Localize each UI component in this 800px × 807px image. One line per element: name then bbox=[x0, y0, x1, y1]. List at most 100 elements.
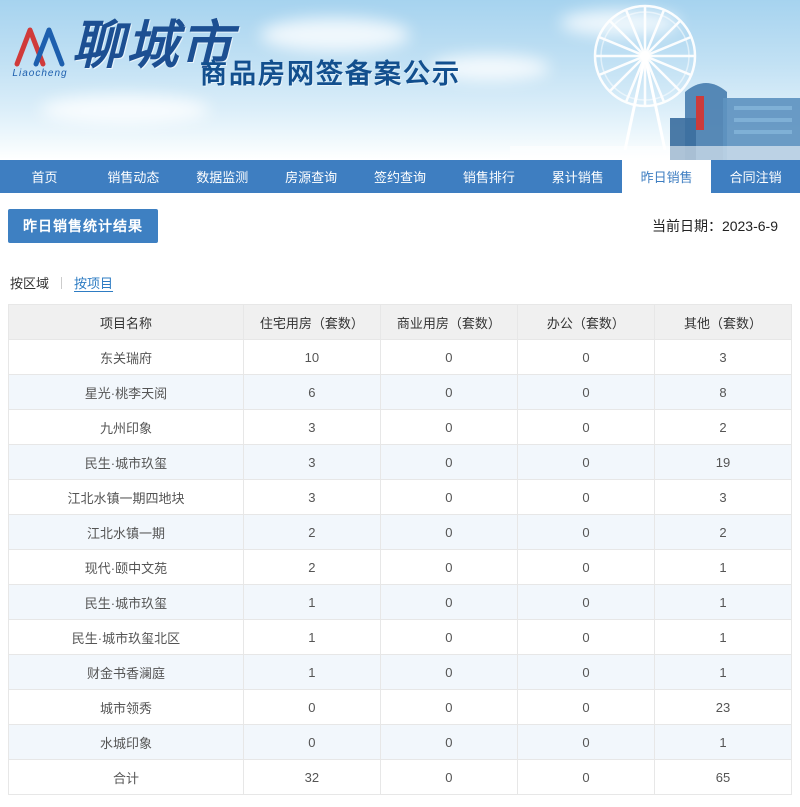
value-cell: 2 bbox=[653, 514, 793, 550]
table-row: 民生·城市玖玺 1 0 0 1 bbox=[8, 584, 793, 620]
column-header: 其他（套数） bbox=[653, 304, 793, 340]
nav-item-sales-ranking[interactable]: 销售排行 bbox=[444, 160, 533, 193]
main-nav: 首页 销售动态 数据监测 房源查询 签约查询 销售排行 累计销售 昨日销售 合同注销 bbox=[0, 160, 800, 193]
current-date: 当前日期：2023-6-9 bbox=[651, 218, 778, 234]
city-logo-icon bbox=[14, 27, 65, 67]
table-header: 项目名称 住宅用房（套数） 商业用房（套数） 办公（套数） 其他（套数） bbox=[8, 304, 793, 340]
table-row: 现代·颐中文苑 2 0 0 1 bbox=[8, 549, 793, 585]
value-cell: 0 bbox=[516, 479, 655, 515]
value-cell: 0 bbox=[379, 374, 518, 410]
value-cell: 0 bbox=[379, 584, 518, 620]
tab-separator bbox=[61, 276, 63, 289]
project-name-cell: 城市领秀 bbox=[8, 689, 244, 725]
value-cell: 2 bbox=[242, 549, 381, 585]
value-cell: 1 bbox=[242, 654, 381, 690]
column-header: 项目名称 bbox=[8, 304, 244, 340]
view-tabs: 按区域 按项目 bbox=[10, 273, 792, 292]
project-name-cell: 水城印象 bbox=[8, 724, 244, 760]
cloud-decoration bbox=[40, 95, 210, 125]
column-header: 办公（套数） bbox=[516, 304, 655, 340]
table-row: 水城印象 0 0 0 1 bbox=[8, 724, 793, 760]
value-cell: 19 bbox=[653, 444, 793, 480]
project-name-cell: 星光·桃李天阅 bbox=[8, 374, 244, 410]
project-name-cell: 江北水镇一期 bbox=[8, 514, 244, 550]
table-row: 民生·城市玖玺北区 1 0 0 1 bbox=[8, 619, 793, 655]
value-cell: 1 bbox=[653, 654, 793, 690]
banner-illustration-ferris-wheel-buildings bbox=[510, 4, 800, 160]
table-row: 民生·城市玖玺 3 0 0 19 bbox=[8, 444, 793, 480]
value-cell: 0 bbox=[379, 444, 518, 480]
value-cell: 1 bbox=[242, 584, 381, 620]
value-cell: 0 bbox=[379, 549, 518, 585]
value-cell: 3 bbox=[242, 444, 381, 480]
value-cell: 1 bbox=[242, 619, 381, 655]
header-row: 项目名称 住宅用房（套数） 商业用房（套数） 办公（套数） 其他（套数） bbox=[8, 304, 793, 340]
title-row: 昨日销售统计结果 当前日期：2023-6-9 bbox=[8, 209, 792, 243]
value-cell: 0 bbox=[379, 339, 518, 375]
project-name-cell: 东关瑞府 bbox=[8, 339, 244, 375]
value-cell: 2 bbox=[653, 409, 793, 445]
value-cell: 0 bbox=[379, 479, 518, 515]
nav-item-contract-cancel[interactable]: 合同注销 bbox=[711, 160, 800, 193]
table-body: 东关瑞府 10 0 0 3 星光·桃李天阅 6 0 0 8 九州印象 3 0 0 2 民生·城市玖玺 3 0 0 19… bbox=[8, 339, 793, 795]
project-name-cell: 民生·城市玖玺 bbox=[8, 584, 244, 620]
project-name-cell: 合计 bbox=[8, 759, 244, 795]
table-row: 城市领秀 0 0 0 23 bbox=[8, 689, 793, 725]
banner: Liaocheng 聊城市 商品房网签备案公示 bbox=[0, 0, 800, 160]
value-cell: 1 bbox=[653, 619, 793, 655]
value-cell: 0 bbox=[379, 409, 518, 445]
value-cell: 0 bbox=[516, 654, 655, 690]
value-cell: 0 bbox=[379, 759, 518, 795]
nav-item-home[interactable]: 首页 bbox=[0, 160, 89, 193]
sales-statistics-table: 项目名称 住宅用房（套数） 商业用房（套数） 办公（套数） 其他（套数） 东关瑞府 10 0… bbox=[8, 304, 793, 795]
value-cell: 0 bbox=[379, 619, 518, 655]
project-name-cell: 九州印象 bbox=[8, 409, 244, 445]
tab-by-region[interactable]: 按区域 bbox=[10, 273, 49, 292]
value-cell: 3 bbox=[653, 479, 793, 515]
nav-item-yesterday-sales[interactable]: 昨日销售 bbox=[622, 160, 712, 193]
table-row: 江北水镇一期四地块 3 0 0 3 bbox=[8, 479, 793, 515]
value-cell: 0 bbox=[242, 724, 381, 760]
value-cell: 32 bbox=[242, 759, 381, 795]
nav-item-total-sales[interactable]: 累计销售 bbox=[533, 160, 622, 193]
value-cell: 0 bbox=[516, 514, 655, 550]
value-cell: 65 bbox=[653, 759, 793, 795]
table-row: 东关瑞府 10 0 0 3 bbox=[8, 339, 793, 375]
value-cell: 0 bbox=[516, 689, 655, 725]
nav-item-listing-query[interactable]: 房源查询 bbox=[267, 160, 356, 193]
table-row: 星光·桃李天阅 6 0 0 8 bbox=[8, 374, 793, 410]
value-cell: 1 bbox=[653, 724, 793, 760]
value-cell: 0 bbox=[516, 759, 655, 795]
value-cell: 3 bbox=[242, 409, 381, 445]
nav-item-contract-query[interactable]: 签约查询 bbox=[356, 160, 445, 193]
column-header: 商业用房（套数） bbox=[379, 304, 518, 340]
value-cell: 0 bbox=[516, 374, 655, 410]
tab-by-project[interactable]: 按项目 bbox=[74, 273, 113, 292]
value-cell: 3 bbox=[653, 339, 793, 375]
column-header: 住宅用房（套数） bbox=[242, 304, 381, 340]
page-title: 昨日销售统计结果 bbox=[8, 209, 158, 243]
value-cell: 8 bbox=[653, 374, 793, 410]
nav-item-data-monitor[interactable]: 数据监测 bbox=[178, 160, 267, 193]
value-cell: 0 bbox=[379, 724, 518, 760]
value-cell: 0 bbox=[516, 584, 655, 620]
table-row: 财金书香澜庭 1 0 0 1 bbox=[8, 654, 793, 690]
project-name-cell: 江北水镇一期四地块 bbox=[8, 479, 244, 515]
value-cell: 0 bbox=[242, 689, 381, 725]
value-cell: 0 bbox=[379, 689, 518, 725]
nav-item-sales-news[interactable]: 销售动态 bbox=[89, 160, 178, 193]
banner-title: 商品房网签备案公示 bbox=[200, 59, 461, 89]
project-name-cell: 民生·城市玖玺北区 bbox=[8, 619, 244, 655]
value-cell: 0 bbox=[379, 514, 518, 550]
value-cell: 0 bbox=[516, 409, 655, 445]
logo-subtext: Liaocheng bbox=[12, 68, 68, 79]
value-cell: 0 bbox=[516, 444, 655, 480]
project-name-cell: 财金书香澜庭 bbox=[8, 654, 244, 690]
value-cell: 23 bbox=[653, 689, 793, 725]
value-cell: 0 bbox=[516, 549, 655, 585]
table-row: 江北水镇一期 2 0 0 2 bbox=[8, 514, 793, 550]
value-cell: 0 bbox=[516, 724, 655, 760]
value-cell: 1 bbox=[653, 584, 793, 620]
value-cell: 10 bbox=[242, 339, 381, 375]
value-cell: 0 bbox=[516, 339, 655, 375]
